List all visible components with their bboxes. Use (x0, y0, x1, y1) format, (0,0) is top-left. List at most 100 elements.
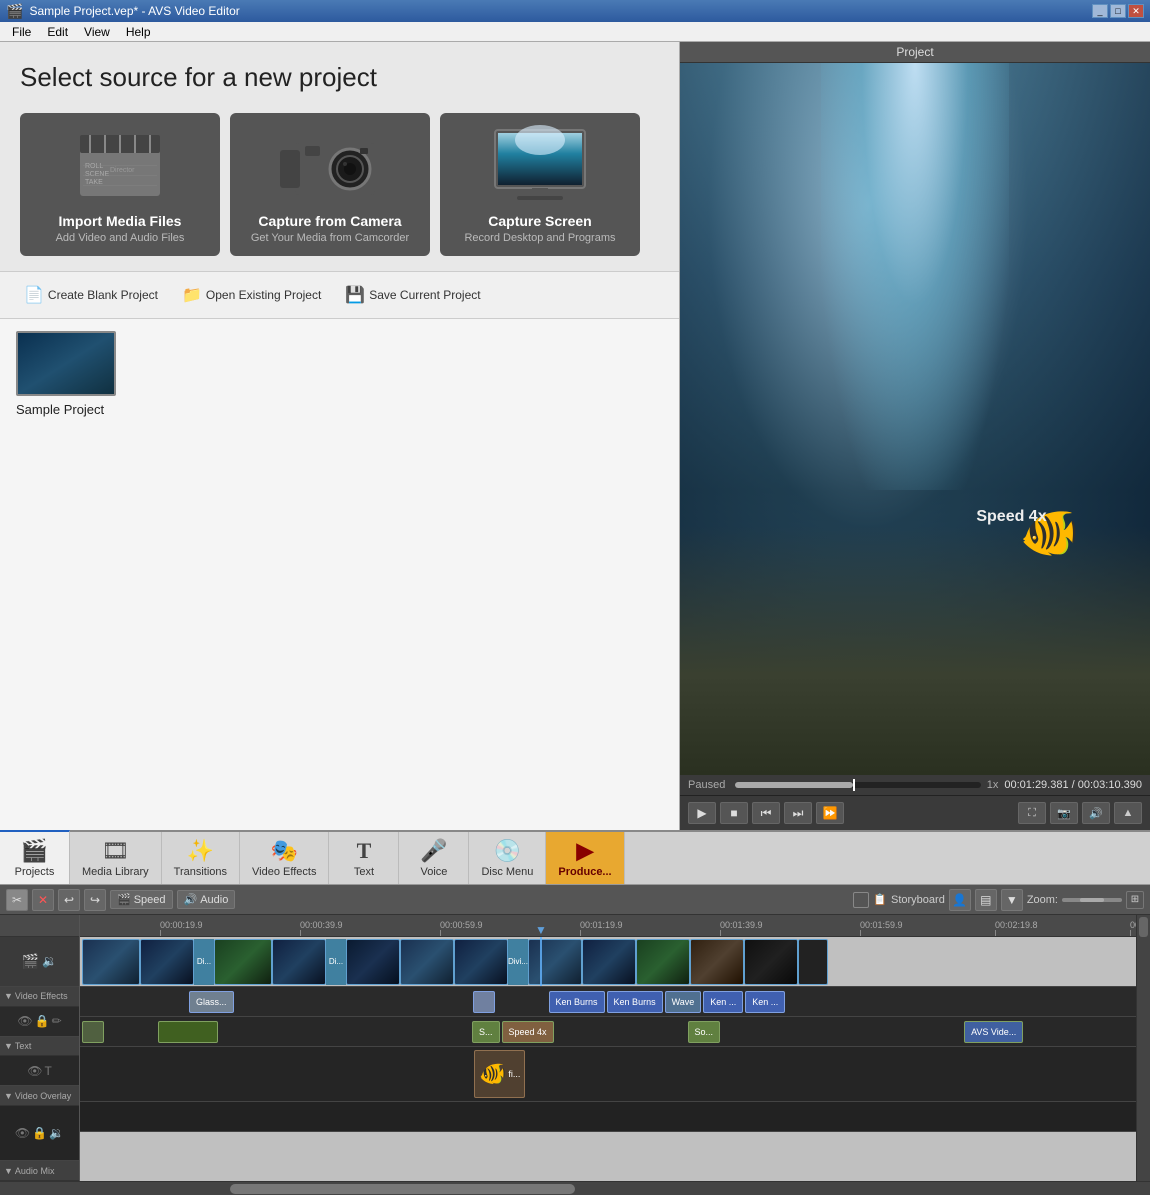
tab-media-library[interactable]: 🎞 Media Library (70, 832, 162, 884)
video-effects-arrow[interactable]: ▼ (4, 991, 13, 1001)
play-button[interactable]: ▶ (688, 802, 716, 824)
glass-fx-chip[interactable]: Glass... (189, 991, 234, 1013)
s-text-chip[interactable]: S... (472, 1021, 500, 1043)
video-clip-9[interactable] (582, 939, 636, 985)
text-section-arrow[interactable]: ▼ (4, 1041, 13, 1051)
video-clip-13[interactable] (798, 939, 828, 985)
snapshot-button[interactable]: 📷 (1050, 802, 1078, 824)
clip-divider-1[interactable]: Di... (194, 939, 214, 985)
clip-divider-3[interactable]: Divi... (508, 939, 528, 985)
ve-edit-icon[interactable]: ✏ (52, 1014, 62, 1028)
ken-fx-chip-3[interactable]: Ken ... (703, 991, 743, 1013)
audio-section-arrow[interactable]: ▼ (4, 1166, 13, 1176)
ken-fx-chip-4[interactable]: Ken ... (745, 991, 785, 1013)
menu-file[interactable]: File (4, 24, 39, 40)
open-existing-label: Open Existing Project (206, 288, 321, 302)
clip-divider-2[interactable]: Di... (326, 939, 346, 985)
delete-button[interactable]: ✕ (32, 889, 54, 911)
tracks-scroll-area[interactable]: 00:00:19.9 00:00:39.9 00:00:59.9 00:01:1… (80, 915, 1136, 1181)
timeline-dropdown-button[interactable]: ▼ (1001, 889, 1023, 911)
audio-settings-button[interactable]: 🔊 (1082, 802, 1110, 824)
more-options-button[interactable]: ▲ (1114, 802, 1142, 824)
video-clip-12[interactable] (744, 939, 798, 985)
tab-transitions[interactable]: ✨ Transitions (162, 832, 240, 884)
ve-eye-icon[interactable]: 👁 (17, 1014, 32, 1028)
tab-disc-menu[interactable]: 💿 Disc Menu (469, 832, 546, 884)
tab-text[interactable]: T Text (329, 832, 399, 884)
save-current-project-button[interactable]: 💾 Save Current Project (337, 282, 488, 308)
video-track-label: 🎬 🔉 (0, 937, 79, 987)
open-existing-project-button[interactable]: 📁 Open Existing Project (174, 282, 329, 308)
text-mini-chip-1[interactable] (82, 1021, 104, 1043)
wave-fx-chip[interactable]: Wave (665, 991, 702, 1013)
undo-button[interactable]: ↩ (58, 889, 80, 911)
horizontal-scrollbar[interactable] (0, 1181, 1150, 1195)
tab-projects[interactable]: 🎬 Projects (0, 830, 70, 884)
ken-burns-fx-chip-1[interactable]: Ken Burns (549, 991, 605, 1013)
progress-bar[interactable] (735, 782, 980, 788)
tx-eye-icon[interactable]: 👁 (27, 1064, 42, 1078)
frame-advance-button[interactable]: ⏩ (816, 802, 844, 824)
vertical-scrollbar[interactable] (1136, 915, 1150, 1181)
fish-overlay-chip[interactable]: 🐠 fi... (474, 1050, 525, 1098)
speed-badge: 1x (987, 779, 999, 791)
video-clip-6[interactable] (400, 939, 454, 985)
ve-lock-icon[interactable]: 🔒 (35, 1014, 50, 1028)
tab-voice[interactable]: 🎤 Voice (399, 832, 469, 884)
ov-lock-icon[interactable]: 🔒 (32, 1126, 47, 1140)
ken-burns-fx-chip-2[interactable]: Ken Burns (607, 991, 663, 1013)
sample-project-thumb[interactable]: Sample Project (16, 331, 116, 417)
fullscreen-button[interactable]: ⛶ (1018, 802, 1046, 824)
ov-eye-icon[interactable]: 👁 (15, 1126, 30, 1140)
overlay-section-arrow[interactable]: ▼ (4, 1091, 13, 1101)
mini-fx-chip[interactable] (473, 991, 495, 1013)
skip-end-button[interactable]: ⏭ (784, 802, 812, 824)
menu-view[interactable]: View (76, 24, 118, 40)
video-clip-8[interactable] (528, 939, 582, 985)
ruler-mark-1: 00:00:39.9 (300, 920, 400, 936)
person-icon[interactable]: 👤 (949, 889, 971, 911)
speed-button[interactable]: 🎬 Speed (110, 890, 173, 909)
speed4x-text-chip[interactable]: Speed 4x (502, 1021, 554, 1043)
trim-tool-button[interactable]: ✂ (6, 889, 28, 911)
import-media-option[interactable]: ROLL SCENE TAKE Director Import Media Fi… (20, 113, 220, 256)
audio-button[interactable]: 🔊 Audio (177, 890, 236, 909)
avs-text-chip[interactable]: AVS Vide... (964, 1021, 1023, 1043)
capture-camera-option[interactable]: Capture from Camera Get Your Media from … (230, 113, 430, 256)
minimize-button[interactable]: _ (1092, 4, 1108, 18)
menu-help[interactable]: Help (118, 24, 159, 40)
ov-volume-icon[interactable]: 🔉 (49, 1126, 64, 1140)
video-track-icon: 🎬 (22, 953, 39, 970)
ruler-mark-3: 00:01:19.9 (580, 920, 680, 936)
tab-video-effects[interactable]: 🎭 Video Effects (240, 832, 329, 884)
video-clip-11[interactable] (690, 939, 744, 985)
zoom-slider[interactable] (1062, 898, 1122, 902)
video-clip-10[interactable] (636, 939, 690, 985)
video-clip-4[interactable] (272, 939, 326, 985)
svg-text:SCENE: SCENE (85, 171, 109, 178)
video-clip-1[interactable] (82, 939, 140, 985)
video-clip-2[interactable] (140, 939, 194, 985)
close-button[interactable]: ✕ (1128, 4, 1144, 18)
redo-button[interactable]: ↪ (84, 889, 106, 911)
create-blank-icon: 📄 (24, 285, 44, 305)
so-text-chip[interactable]: So... (688, 1021, 721, 1043)
create-blank-project-button[interactable]: 📄 Create Blank Project (16, 282, 166, 308)
time-display: 00:01:29.381 / 00:03:10.390 (1004, 779, 1142, 791)
maximize-button[interactable]: □ (1110, 4, 1126, 18)
zoom-expand-button[interactable]: ⊞ (1126, 891, 1144, 909)
h-scrollbar-thumb[interactable] (230, 1184, 575, 1194)
tab-produce[interactable]: ▶ Produce... (546, 832, 624, 884)
video-clip-5[interactable] (346, 939, 400, 985)
capture-screen-option[interactable]: Capture Screen Record Desktop and Progra… (440, 113, 640, 256)
video-clip-7[interactable] (454, 939, 508, 985)
timeline-view-button[interactable]: ▤ (975, 889, 997, 911)
menu-edit[interactable]: Edit (39, 24, 76, 40)
produce-tab-icon: ▶ (577, 838, 594, 864)
text-mini-chip-2[interactable] (158, 1021, 218, 1043)
skip-start-button[interactable]: ⏮ (752, 802, 780, 824)
storyboard-toggle[interactable] (853, 892, 869, 908)
tx-letter-icon[interactable]: T (44, 1064, 51, 1078)
stop-button[interactable]: ■ (720, 802, 748, 824)
video-clip-3[interactable] (214, 939, 272, 985)
